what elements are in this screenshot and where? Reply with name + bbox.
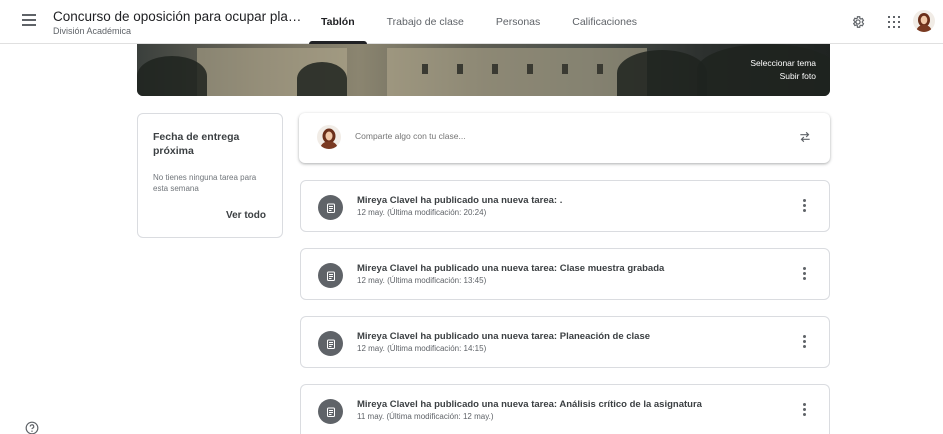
help-icon[interactable] — [25, 421, 39, 434]
banner-tree — [297, 62, 347, 96]
apps-grid-icon[interactable] — [888, 16, 900, 28]
class-subtitle: División Académica — [53, 26, 132, 36]
stream-item-title: Mireya Clavel ha publicado una nueva tar… — [357, 399, 702, 410]
class-title-block[interactable]: Concurso de oposición para ocupar plazas… — [53, 9, 308, 37]
upcoming-message: No tienes ninguna tarea para esta semana — [153, 173, 257, 193]
more-options-icon[interactable] — [803, 199, 807, 213]
account-avatar[interactable] — [913, 10, 935, 32]
upcoming-card: Fecha de entrega próxima No tienes ningu… — [137, 113, 283, 238]
banner-window — [422, 64, 428, 74]
gear-icon[interactable] — [851, 15, 865, 29]
user-avatar — [317, 125, 341, 149]
assignment-icon — [318, 399, 343, 424]
stream-item-date: 12 may. (Última modificación: 13:45) — [357, 276, 487, 285]
stream-item-title: Mireya Clavel ha publicado una nueva tar… — [357, 263, 665, 274]
tab-grades[interactable]: Calificaciones — [556, 0, 653, 44]
hamburger-menu-icon[interactable] — [22, 14, 42, 30]
assignment-icon — [318, 331, 343, 356]
tab-classwork[interactable]: Trabajo de clase — [371, 0, 480, 44]
more-options-icon[interactable] — [803, 335, 807, 349]
share-input[interactable] — [355, 131, 755, 141]
tab-people[interactable]: Personas — [480, 0, 556, 44]
class-tabs: Tablón Trabajo de clase Personas Calific… — [305, 0, 653, 44]
banner-window — [562, 64, 568, 74]
class-title[interactable]: Concurso de oposición para ocupar plazas… — [53, 9, 308, 25]
stream-item[interactable]: Mireya Clavel ha publicado una nueva tar… — [300, 248, 830, 300]
tab-stream[interactable]: Tablón — [305, 0, 371, 44]
more-options-icon[interactable] — [803, 267, 807, 281]
stream-item[interactable]: Mireya Clavel ha publicado una nueva tar… — [300, 316, 830, 368]
assignment-icon — [318, 263, 343, 288]
stream-item[interactable]: Mireya Clavel ha publicado una nueva tar… — [300, 384, 830, 434]
more-options-icon[interactable] — [803, 403, 807, 417]
stream-item-date: 12 may. (Última modificación: 14:15) — [357, 344, 487, 353]
top-app-bar: Concurso de oposición para ocupar plazas… — [0, 0, 943, 44]
banner-tree — [617, 50, 707, 96]
view-all-link[interactable]: Ver todo — [226, 210, 266, 221]
banner-tree — [137, 56, 207, 96]
assignment-icon — [318, 195, 343, 220]
stream-item-title: Mireya Clavel ha publicado una nueva tar… — [357, 195, 563, 206]
class-banner: Seleccionar tema Subir foto — [137, 44, 830, 96]
select-theme-link[interactable]: Seleccionar tema — [750, 57, 816, 70]
reuse-post-icon[interactable] — [798, 130, 812, 144]
stream-item-date: 11 may. (Última modificación: 12 may.) — [357, 412, 494, 421]
upload-photo-link[interactable]: Subir foto — [750, 70, 816, 83]
share-announcement-box[interactable] — [299, 113, 830, 163]
banner-window — [457, 64, 463, 74]
upcoming-title: Fecha de entrega próxima — [153, 131, 240, 157]
banner-window — [527, 64, 533, 74]
stream-item[interactable]: Mireya Clavel ha publicado una nueva tar… — [300, 180, 830, 232]
stream-item-date: 12 may. (Última modificación: 20:24) — [357, 208, 487, 217]
banner-window — [492, 64, 498, 74]
banner-links: Seleccionar tema Subir foto — [750, 57, 816, 83]
banner-window — [597, 64, 603, 74]
stream-item-title: Mireya Clavel ha publicado una nueva tar… — [357, 331, 651, 342]
